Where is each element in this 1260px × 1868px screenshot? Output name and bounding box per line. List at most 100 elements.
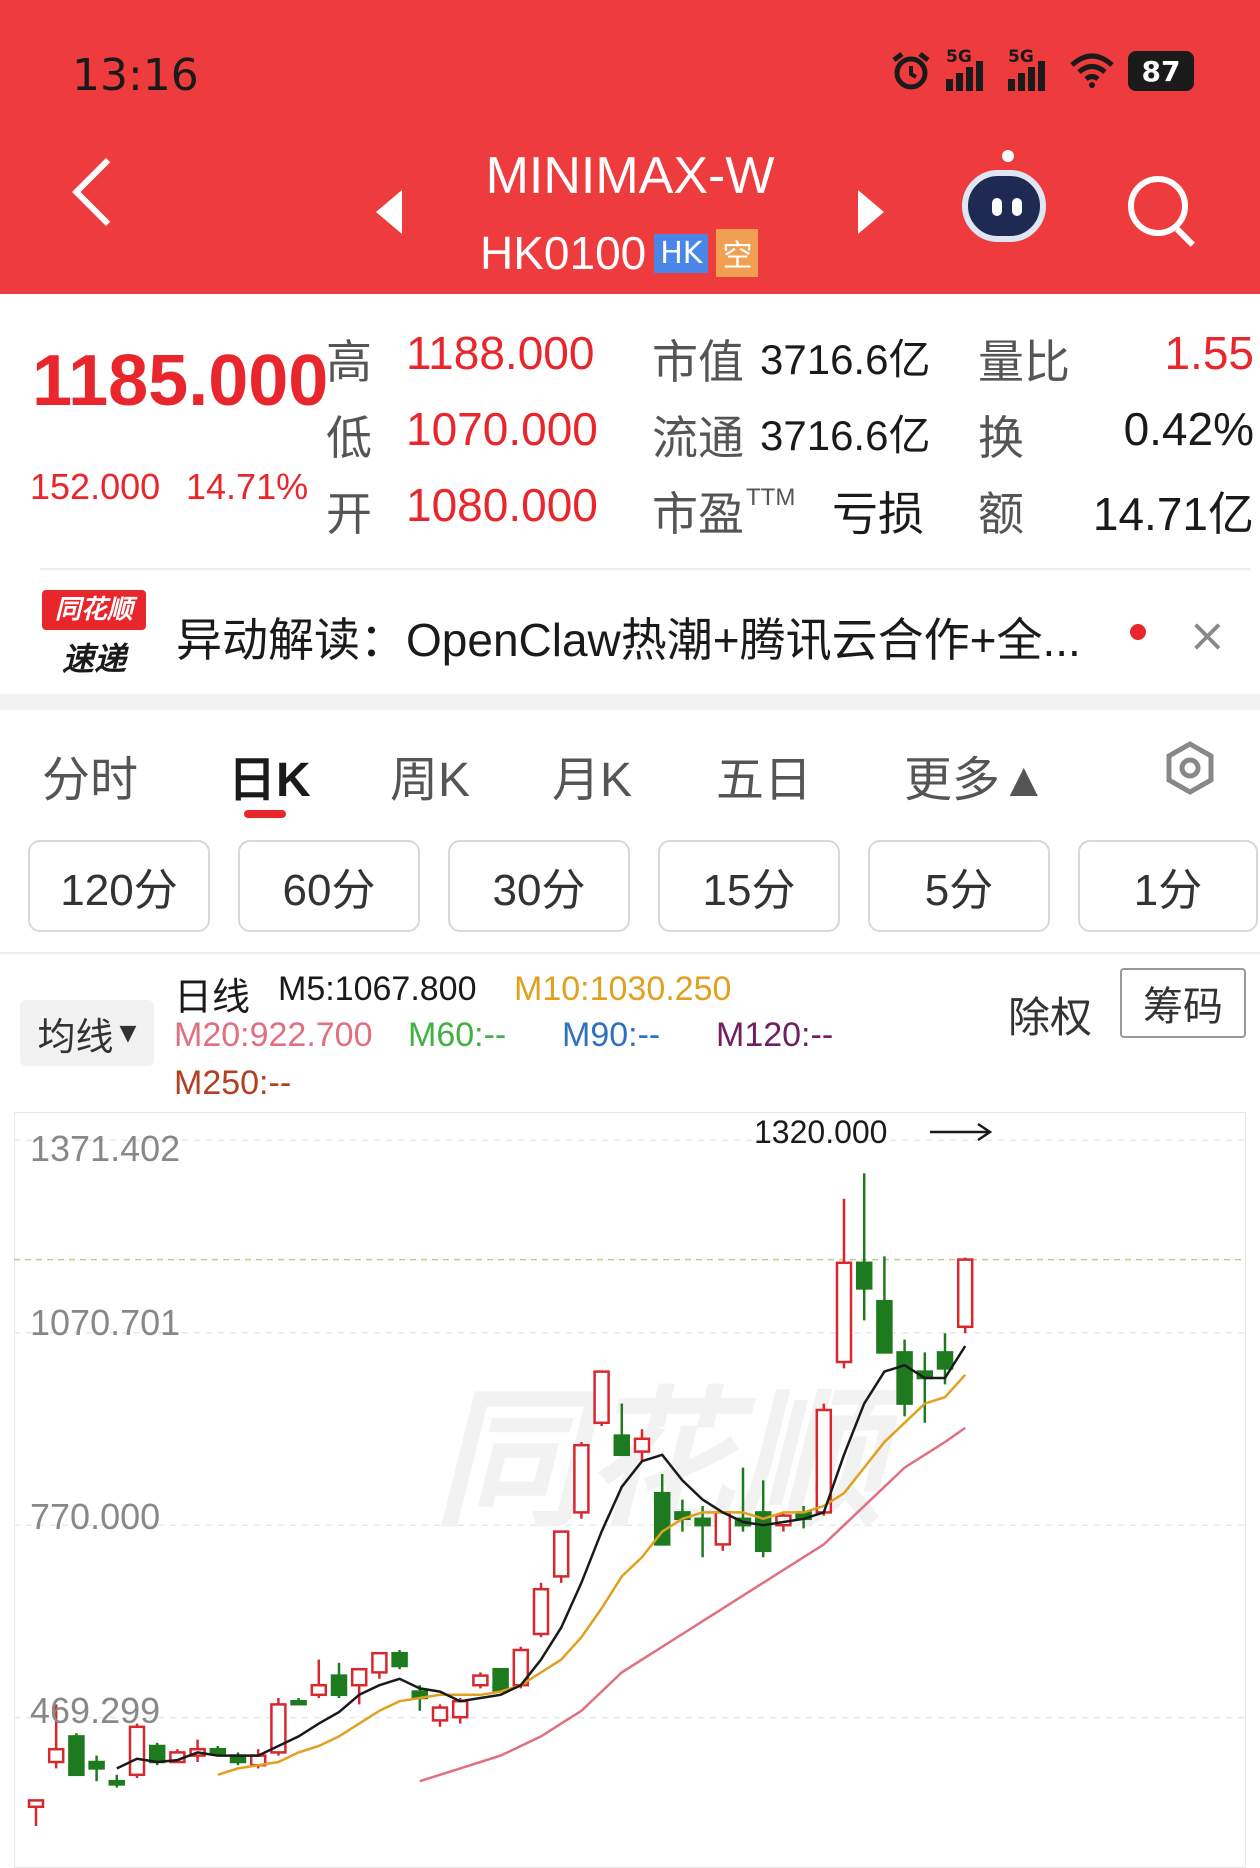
caret-down-icon: ▼: [119, 1020, 137, 1046]
period-60min[interactable]: 60分: [238, 840, 420, 932]
turnover-value: 0.42%: [1123, 403, 1254, 455]
stock-name: MINIMAX-W: [485, 147, 775, 205]
signal-icon: 5G: [946, 47, 994, 91]
unread-dot: [1130, 624, 1146, 640]
battery-icon: 87: [1128, 51, 1194, 91]
signal-label: 5G: [946, 47, 972, 67]
turnover-label: 换: [978, 412, 1024, 464]
price-change-pct: 14.71%: [186, 466, 309, 507]
period-120min[interactable]: 120分: [28, 840, 210, 932]
tab-five-day[interactable]: 五日: [716, 740, 812, 810]
candle-up: [532, 1587, 550, 1636]
ma20-label: M20:922.700: [174, 1016, 373, 1054]
candle-up: [835, 1261, 853, 1364]
pe-value: 亏损: [832, 488, 924, 540]
candle-down: [936, 1351, 954, 1370]
tab-daily-k[interactable]: 日K: [228, 740, 311, 810]
robot-eye: [1012, 198, 1022, 216]
candle-up: [956, 1258, 974, 1329]
news-logo-top: 同花顺: [42, 590, 146, 630]
candle-up: [47, 1747, 65, 1764]
candle-down: [88, 1760, 105, 1770]
status-time: 13:16: [72, 50, 199, 101]
y-tick-label: 1070.701: [30, 1302, 181, 1343]
alarm-icon: [892, 52, 930, 90]
stock-code-row: HK0100 HK 空: [480, 226, 759, 280]
candle-up: [552, 1530, 570, 1578]
float-label: 流通: [652, 412, 744, 464]
candlestick-chart[interactable]: 同花顺: [14, 1112, 1246, 1868]
amount-value: 14.71亿: [1092, 488, 1254, 540]
candle-up: [350, 1667, 368, 1687]
candle-up: [593, 1370, 610, 1425]
robot-eye: [992, 198, 1002, 216]
wifi-icon: [1070, 53, 1114, 88]
close-news-button[interactable]: ×: [1188, 608, 1227, 662]
candle-up: [310, 1683, 328, 1697]
tab-timeshare[interactable]: 分时: [42, 740, 138, 810]
tab-more[interactable]: 更多▲: [904, 740, 1048, 810]
candle-down: [694, 1517, 711, 1527]
signal-label: 5G: [1008, 47, 1034, 67]
status-icons: 5G 5G 87: [890, 47, 1194, 92]
news-logo-bottom: 速递: [61, 640, 126, 678]
stock-code: HK0100: [480, 227, 647, 279]
high-value: 1188.000: [406, 327, 595, 379]
ma250-label: M250:--: [174, 1064, 292, 1102]
candle-up: [27, 1799, 45, 1809]
candle-up: [451, 1699, 469, 1719]
market-badge: HK: [654, 233, 709, 273]
ma5-label: M5:1067.800: [278, 970, 477, 1008]
mktcap-value: 3716.6亿: [760, 336, 931, 383]
candle-down: [896, 1351, 913, 1405]
robot-assistant-icon[interactable]: [962, 150, 1046, 242]
ma10-label: M10:1030.250: [514, 970, 732, 1008]
max-price-annotation: 1320.000: [754, 1114, 888, 1150]
candle-up: [431, 1706, 449, 1722]
y-tick-label: 469.299: [30, 1690, 161, 1731]
period-15min[interactable]: 15分: [658, 840, 840, 932]
candle-up: [128, 1725, 146, 1777]
candle-down: [855, 1261, 873, 1290]
settings-icon[interactable]: [1162, 740, 1218, 796]
candle-up: [573, 1443, 590, 1514]
watermark-logo: 同花顺: [434, 1374, 911, 1548]
candle-down: [148, 1744, 166, 1764]
low-label: 低: [326, 412, 372, 464]
news-text[interactable]: 异动解读：OpenClaw热潮+腾讯云合作+全...: [176, 604, 1116, 670]
candle-down: [391, 1651, 408, 1668]
float-value: 3716.6亿: [760, 412, 931, 459]
signal-icon: 5G: [1008, 47, 1056, 91]
candle-up: [472, 1674, 489, 1687]
period-1min[interactable]: 1分: [1078, 840, 1258, 932]
candle-down: [330, 1674, 348, 1697]
active-tab-indicator: [244, 810, 286, 818]
ex-rights-toggle[interactable]: 除权: [1008, 984, 1092, 1045]
tab-monthly-k[interactable]: 月K: [552, 740, 632, 810]
y-tick-label: 1371.402: [30, 1128, 181, 1169]
price-change: 152.000: [30, 466, 161, 507]
period-30min[interactable]: 30分: [448, 840, 630, 932]
ma-selector-label: 均线: [37, 1014, 114, 1059]
search-icon[interactable]: [1128, 176, 1188, 236]
tabs-divider: [0, 952, 1260, 954]
ma-selector-button[interactable]: 均线 ▼: [20, 1000, 154, 1066]
last-price: 1185.000: [32, 341, 329, 421]
short-badge: 空: [716, 229, 759, 277]
tab-weekly-k[interactable]: 周K: [390, 740, 470, 810]
pe-label: 市盈: [652, 488, 744, 540]
news-logo: 同花顺 速递: [42, 590, 146, 678]
ma60-label: M60:--: [408, 1016, 507, 1054]
period-5min[interactable]: 5分: [868, 840, 1050, 932]
y-tick-label: 770.000: [30, 1496, 161, 1537]
open-label: 开: [326, 488, 372, 540]
candle-down: [290, 1699, 307, 1706]
next-stock-icon[interactable]: [858, 190, 884, 234]
chip-distribution-button[interactable]: 筹码: [1120, 968, 1246, 1038]
max-arrow-icon: [930, 1122, 993, 1142]
candle-up: [371, 1651, 388, 1674]
quote-divider: [40, 568, 1250, 570]
candle-down: [108, 1779, 126, 1786]
ma120-label: M120:--: [716, 1016, 834, 1054]
candle-down: [613, 1434, 631, 1457]
